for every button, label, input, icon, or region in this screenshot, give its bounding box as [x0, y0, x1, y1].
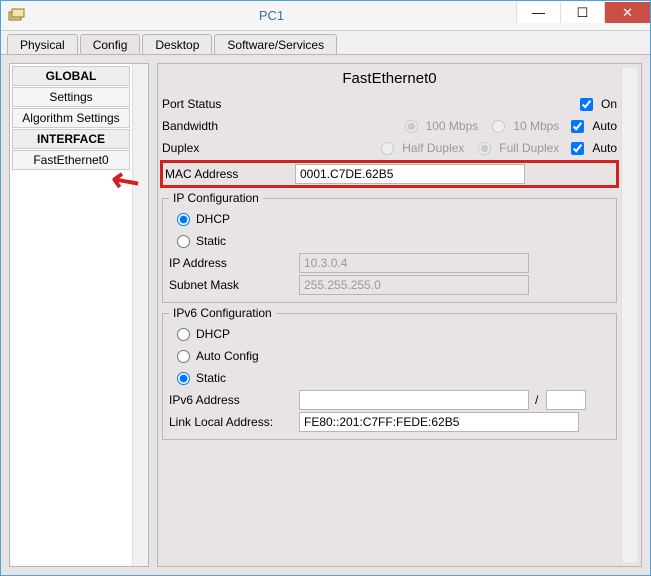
bandwidth-100-label: 100 Mbps [426, 119, 479, 133]
tab-bar: Physical Config Desktop Software/Service… [1, 31, 650, 55]
link-local-label: Link Local Address: [169, 415, 299, 429]
ipv6-dhcp-label: DHCP [196, 327, 230, 341]
ipv6-auto-label: Auto Config [196, 349, 259, 363]
ip-config-legend: IP Configuration [169, 191, 263, 205]
bandwidth-10-radio [492, 120, 505, 133]
bandwidth-100-radio [405, 120, 418, 133]
titlebar: PC1 — ☐ ✕ [1, 1, 650, 31]
sidebar-item-settings[interactable]: Settings [12, 87, 130, 107]
ipv6-prefix-slash: / [535, 393, 538, 407]
ip-static-radio[interactable] [177, 235, 190, 248]
window-title: PC1 [27, 8, 516, 23]
mac-address-input[interactable] [295, 164, 525, 184]
config-panel: FastEthernet0 Port Status On Bandwidth 1… [157, 63, 642, 567]
sidebar-global-header: GLOBAL [12, 66, 130, 86]
subnet-mask-label: Subnet Mask [169, 278, 299, 292]
bandwidth-10-label: 10 Mbps [513, 119, 559, 133]
tab-config[interactable]: Config [80, 34, 141, 54]
duplex-half-radio [381, 142, 394, 155]
ip-dhcp-label: DHCP [196, 212, 230, 226]
ipv6-static-label: Static [196, 371, 226, 385]
ip-address-input [299, 253, 529, 273]
duplex-row: Duplex Half Duplex Full Duplex Auto [162, 137, 617, 159]
bandwidth-auto-checkbox[interactable] [571, 120, 584, 133]
sidebar: GLOBAL Settings Algorithm Settings INTER… [9, 63, 149, 567]
duplex-auto-checkbox[interactable] [571, 142, 584, 155]
minimize-button[interactable]: — [516, 2, 560, 23]
ipv6-static-radio[interactable] [177, 372, 190, 385]
ipv6-address-input[interactable] [299, 390, 529, 410]
ipv6-config-fieldset: IPv6 Configuration DHCP Auto Config Stat… [162, 306, 617, 440]
link-local-input[interactable] [299, 412, 579, 432]
duplex-auto-label: Auto [592, 141, 617, 155]
port-status-on-label: On [601, 97, 617, 111]
close-button[interactable]: ✕ [604, 2, 650, 23]
ip-config-fieldset: IP Configuration DHCP Static IP Address … [162, 191, 617, 303]
port-status-row: Port Status On [162, 93, 617, 115]
sidebar-scrollbar[interactable] [132, 64, 148, 566]
app-window: PC1 — ☐ ✕ Physical Config Desktop Softwa… [0, 0, 651, 576]
tab-software[interactable]: Software/Services [214, 34, 337, 54]
duplex-half-label: Half Duplex [402, 141, 464, 155]
panel-scrollbar[interactable] [621, 68, 637, 562]
ip-dhcp-radio[interactable] [177, 213, 190, 226]
window-controls: — ☐ ✕ [516, 8, 650, 23]
maximize-button[interactable]: ☐ [560, 2, 604, 23]
mac-address-row: MAC Address [160, 160, 619, 188]
tab-desktop[interactable]: Desktop [142, 34, 212, 54]
app-icon [7, 6, 27, 26]
ipv6-prefix-input[interactable] [546, 390, 586, 410]
duplex-full-radio [478, 142, 491, 155]
ipv6-address-label: IPv6 Address [169, 393, 299, 407]
duplex-full-label: Full Duplex [499, 141, 559, 155]
port-status-label: Port Status [162, 97, 292, 111]
bandwidth-row: Bandwidth 100 Mbps 10 Mbps Auto [162, 115, 617, 137]
sidebar-item-algorithm[interactable]: Algorithm Settings [12, 108, 130, 128]
panel-title: FastEthernet0 [162, 68, 617, 93]
bandwidth-label: Bandwidth [162, 119, 292, 133]
bandwidth-auto-label: Auto [592, 119, 617, 133]
mac-address-label: MAC Address [165, 167, 295, 181]
tab-physical[interactable]: Physical [7, 34, 78, 54]
subnet-mask-input [299, 275, 529, 295]
ipv6-config-legend: IPv6 Configuration [169, 306, 276, 320]
duplex-label: Duplex [162, 141, 292, 155]
ip-address-label: IP Address [169, 256, 299, 270]
sidebar-interface-header: INTERFACE [12, 129, 130, 149]
port-status-checkbox[interactable] [580, 98, 593, 111]
content: GLOBAL Settings Algorithm Settings INTER… [1, 55, 650, 575]
ipv6-auto-radio[interactable] [177, 350, 190, 363]
ip-static-label: Static [196, 234, 226, 248]
ipv6-dhcp-radio[interactable] [177, 328, 190, 341]
